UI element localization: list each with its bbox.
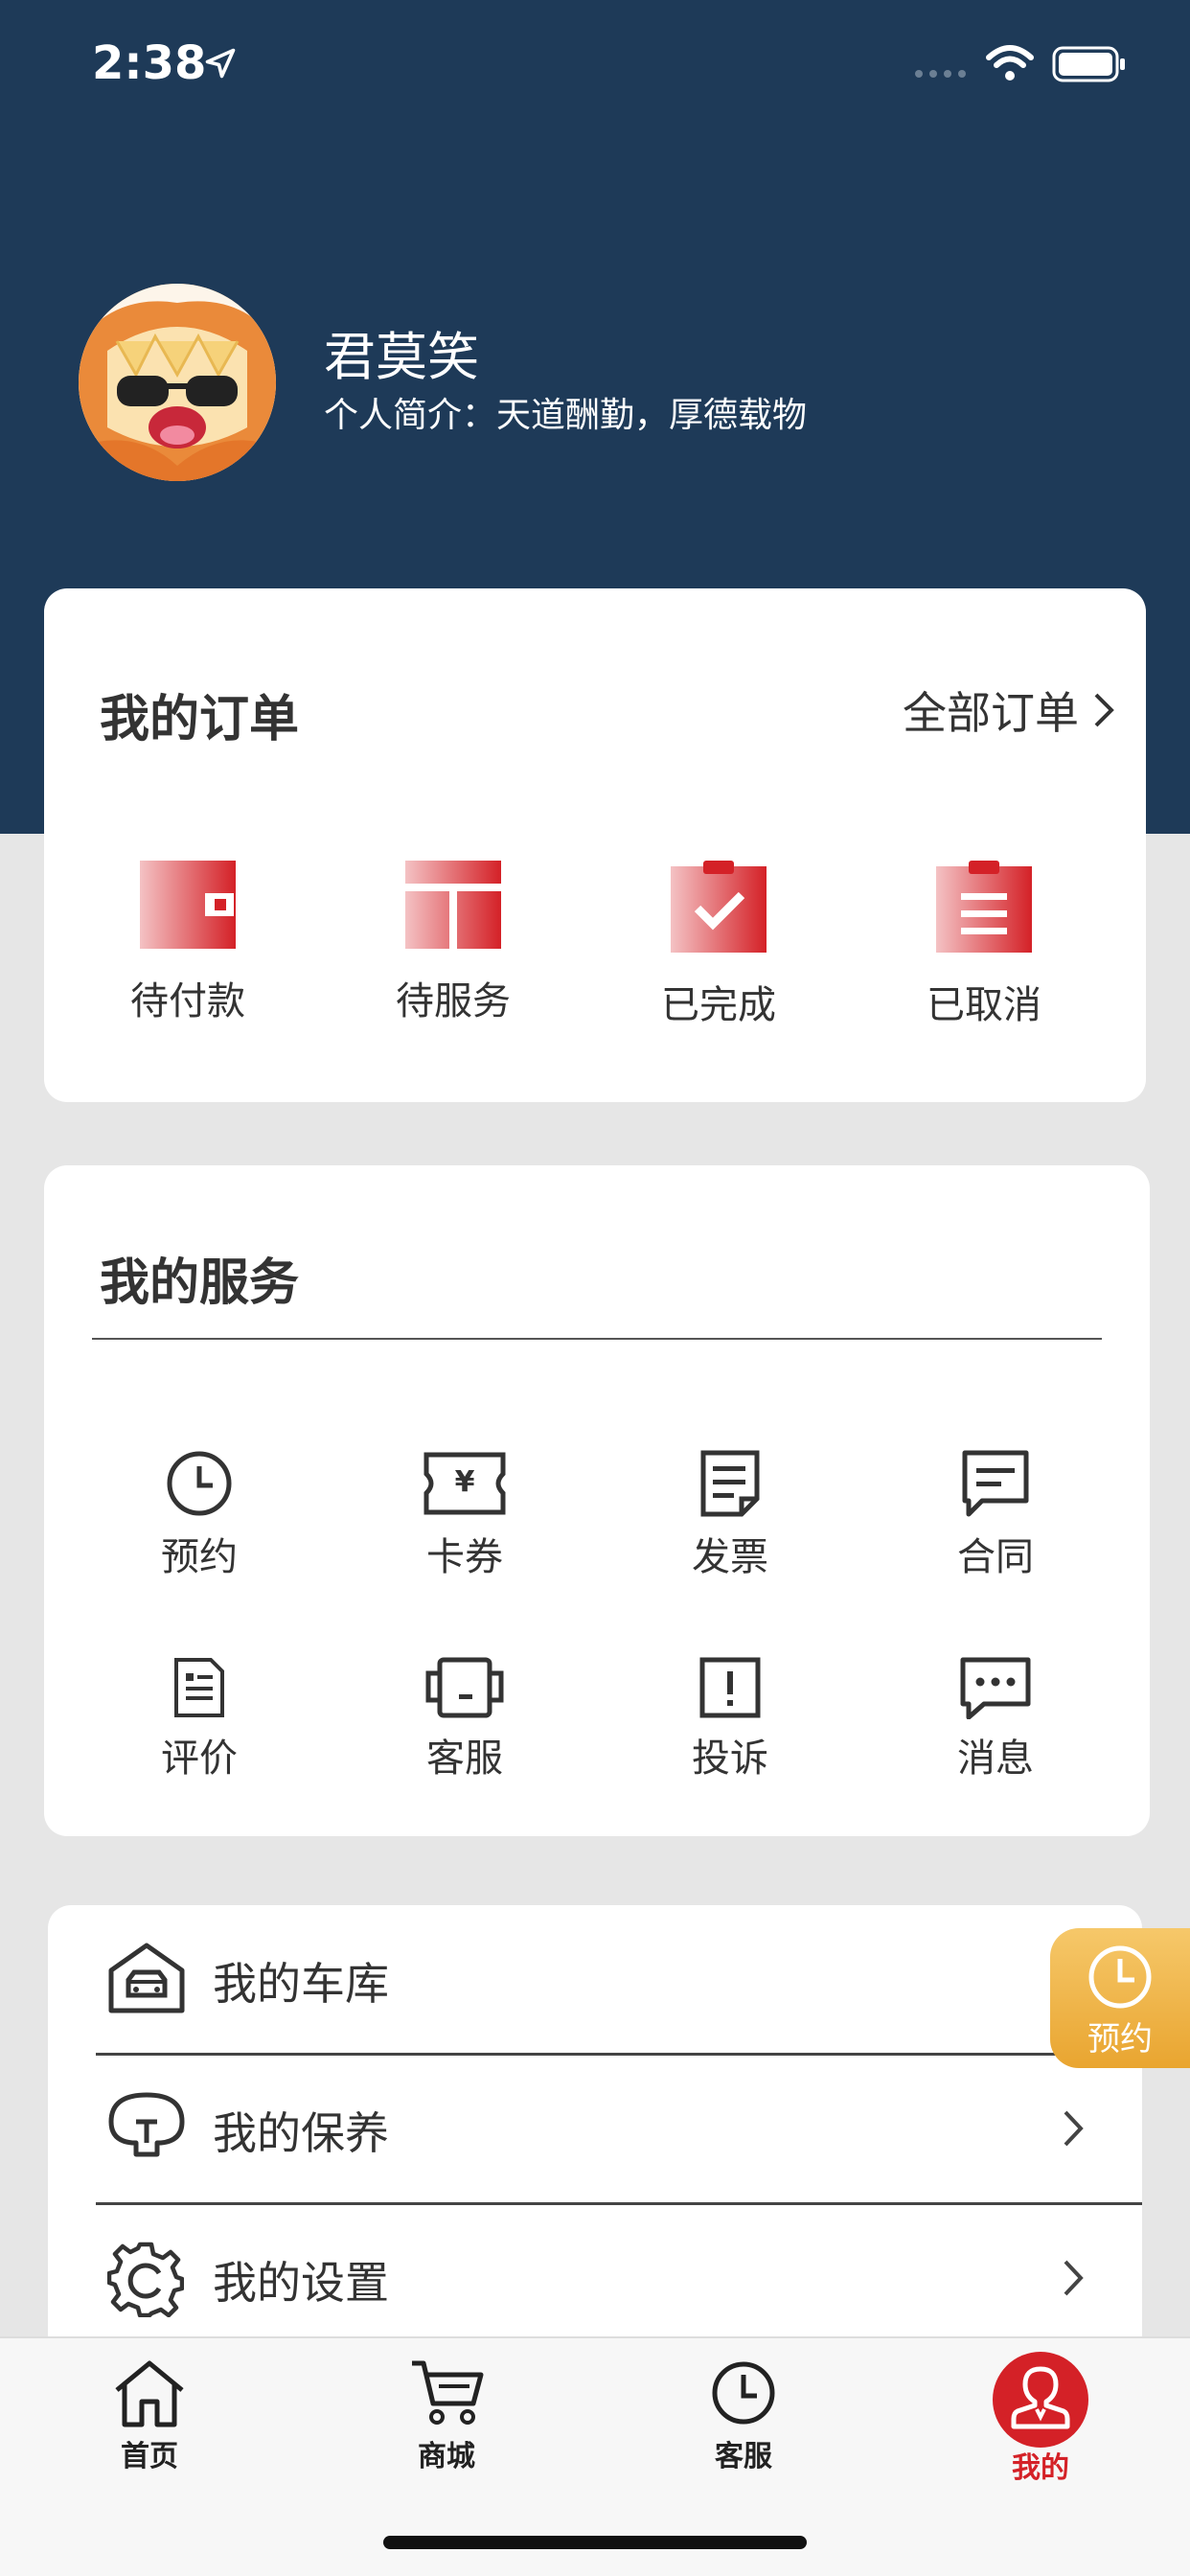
tab-label: 客服 (715, 2440, 772, 2473)
clock-icon (1088, 1945, 1152, 2009)
avatar-image (79, 284, 276, 481)
message-icon (960, 1657, 1031, 1719)
location-arrow-icon (205, 48, 236, 79)
service-label: 消息 (957, 1736, 1034, 1781)
tab-mall[interactable]: 商城 (351, 2358, 542, 2474)
service-coupon[interactable]: ¥ 卡券 (369, 1449, 561, 1581)
wallet-icon (140, 861, 236, 949)
settings-gear-icon (107, 2242, 184, 2317)
order-item-label: 已完成 (661, 983, 776, 1027)
tab-customer-service[interactable]: 客服 (648, 2358, 839, 2474)
menu-item-maintenance[interactable]: 我的保养 (48, 2055, 1142, 2202)
services-title: 我的服务 (100, 1254, 300, 1312)
chevron-right-icon (1064, 2260, 1084, 2296)
menu-card: 我的车库 我的保养 我的设置 (48, 1905, 1142, 2346)
service-review[interactable]: 评价 (103, 1656, 295, 1782)
orders-card: 我的订单 全部订单 待付款 待服务 已完成 已取消 (44, 588, 1146, 1102)
profile-page: 2:38 君莫笑 个人简介：天道酬勤，厚德载物 我的订单 全部订单 待付款 待服… (0, 0, 1190, 2576)
svg-text:¥: ¥ (455, 1465, 475, 1499)
menu-item-garage[interactable]: 我的车库 (48, 1905, 1142, 2053)
all-orders-label: 全部订单 (903, 687, 1079, 739)
service-label: 客服 (426, 1736, 503, 1781)
order-pending-service[interactable]: 待服务 (338, 861, 568, 1025)
customer-service-icon (425, 1657, 504, 1718)
service-label: 预约 (161, 1535, 238, 1579)
orders-title: 我的订单 (100, 691, 300, 748)
service-customer-service[interactable]: 客服 (369, 1656, 561, 1782)
all-orders-link[interactable]: 全部订单 (903, 678, 1115, 742)
service-message[interactable]: 消息 (900, 1656, 1091, 1782)
service-label: 卡券 (426, 1535, 503, 1579)
menu-item-label: 我的设置 (213, 2257, 389, 2309)
service-appointment[interactable]: 预约 (103, 1449, 295, 1581)
tab-label: 首页 (121, 2440, 178, 2473)
divider (92, 1338, 1102, 1340)
services-card: 我的服务 预约 ¥ 卡券 发票 合同 评价 客服 投诉 消息 (44, 1165, 1150, 1836)
service-label: 投诉 (692, 1736, 768, 1781)
chevron-right-icon (1094, 693, 1114, 727)
home-indicator (383, 2536, 807, 2549)
tab-home[interactable]: 首页 (54, 2358, 245, 2474)
contract-icon (962, 1450, 1029, 1517)
tab-label: 商城 (418, 2440, 475, 2473)
order-completed[interactable]: 已完成 (604, 861, 834, 1029)
floating-button-label: 预约 (1087, 2020, 1153, 2058)
floating-appointment-button[interactable]: 预约 (1050, 1928, 1190, 2068)
service-label: 评价 (161, 1736, 238, 1781)
menu-item-settings[interactable]: 我的设置 (48, 2204, 1142, 2352)
menu-item-label: 我的车库 (213, 1958, 389, 2010)
service-invoice[interactable]: 发票 (634, 1449, 826, 1581)
user-bio: 个人简介：天道酬勤，厚德载物 (324, 396, 808, 435)
order-pending-payment[interactable]: 待付款 (73, 861, 303, 1025)
status-time: 2:38 (92, 36, 207, 90)
clipboard-list-icon (936, 861, 1032, 953)
service-label: 合同 (957, 1535, 1034, 1579)
cart-icon (412, 2360, 484, 2425)
review-icon (174, 1658, 224, 1717)
tab-mine[interactable]: 我的 (945, 2352, 1136, 2486)
wifi-icon (986, 45, 1034, 80)
garage-icon (108, 1943, 185, 2013)
battery-icon (1052, 46, 1125, 82)
user-icon (993, 2352, 1088, 2448)
home-icon (115, 2360, 184, 2427)
coupon-icon: ¥ (423, 1452, 506, 1515)
user-name: 君莫笑 (324, 327, 479, 387)
order-item-label: 待付款 (130, 979, 245, 1024)
clock-icon (167, 1451, 232, 1516)
chevron-right-icon (1064, 2110, 1084, 2147)
service-complaint[interactable]: 投诉 (634, 1656, 826, 1782)
menu-item-label: 我的保养 (213, 2107, 389, 2159)
maintenance-icon (108, 2092, 185, 2157)
order-cancelled[interactable]: 已取消 (869, 861, 1099, 1029)
invoice-icon (700, 1450, 760, 1517)
order-item-label: 待服务 (396, 979, 511, 1024)
service-contract[interactable]: 合同 (900, 1449, 1091, 1581)
complaint-icon (699, 1657, 761, 1718)
clock-icon (712, 2361, 775, 2425)
service-pending-icon (405, 861, 501, 949)
clipboard-check-icon (671, 861, 767, 953)
cellular-signal-icon (915, 70, 966, 78)
service-label: 发票 (692, 1535, 768, 1579)
tab-label: 我的 (1012, 2451, 1069, 2485)
order-item-label: 已取消 (927, 983, 1041, 1027)
avatar[interactable] (79, 284, 276, 481)
